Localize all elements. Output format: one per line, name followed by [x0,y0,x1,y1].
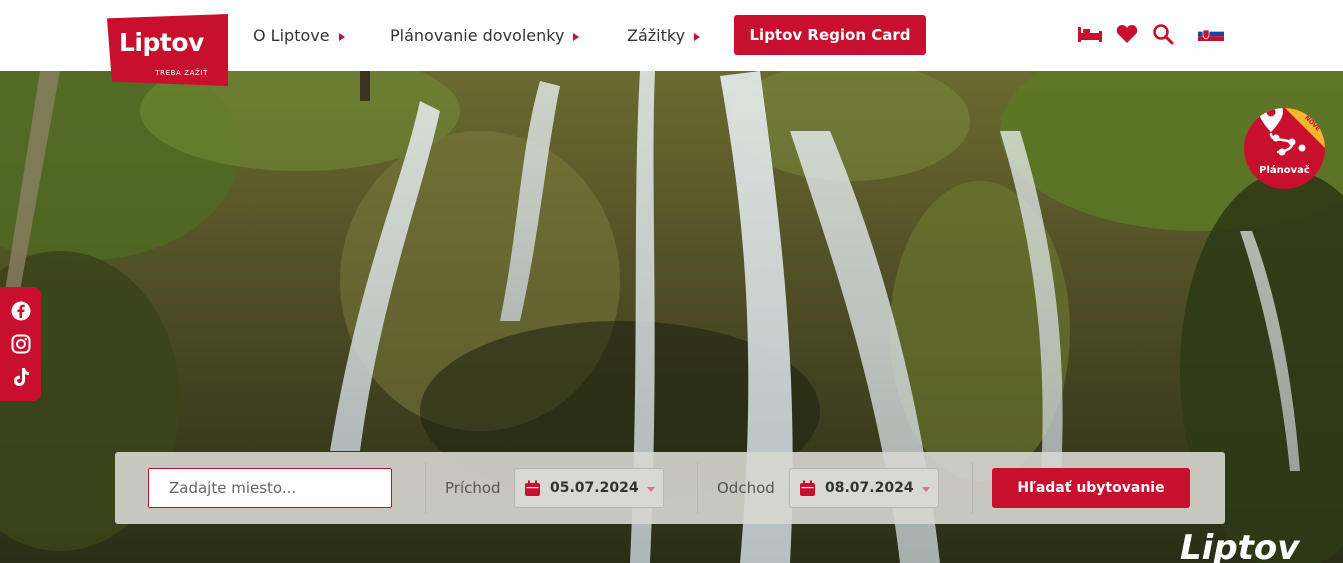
caret-right-icon [338,32,345,41]
place-input[interactable] [148,468,392,508]
planner-label: Plánovač [1259,165,1310,176]
departure-label: Odchod [717,479,775,497]
video-watermark-logo: Liptov [1180,528,1300,563]
bed-icon[interactable] [1077,22,1103,46]
dropdown-caret-icon [647,487,655,492]
arrival-date-picker[interactable]: 05.07.2024 [514,468,664,508]
caret-right-icon [573,32,580,41]
arrival-label: Príchod [445,479,501,497]
nav-item-zazitky[interactable]: Zážitky [627,0,701,71]
divider [425,462,426,514]
social-sidebar [0,287,41,401]
liptov-logo[interactable]: Liptov TREBA ZAŽIŤ [107,14,228,86]
calendar-icon [800,480,815,496]
heart-icon[interactable] [1114,22,1140,46]
region-card-button[interactable]: Liptov Region Card [734,15,926,55]
divider [697,462,698,514]
nav-label: O Liptove [253,26,330,45]
search-icon[interactable] [1150,22,1176,46]
route-pin-icon [1259,108,1306,156]
tiktok-icon[interactable] [10,366,32,388]
planner-badge[interactable]: NOVÉ Plánovač [1244,108,1325,189]
search-accommodation-button[interactable]: Hľadať ubytovanie [992,468,1190,508]
slovak-flag-icon[interactable] [1197,22,1224,46]
facebook-icon[interactable] [10,300,32,322]
arrival-date-value: 05.07.2024 [550,480,639,496]
caret-right-icon [694,32,701,41]
nav-label: Plánovanie dovolenky [390,26,565,45]
nav-item-o-liptove[interactable]: O Liptove [253,0,345,71]
logo-tagline: TREBA ZAŽIŤ [155,69,208,77]
nav-item-planovanie[interactable]: Plánovanie dovolenky [390,0,580,71]
dropdown-caret-icon [922,487,930,492]
departure-date-value: 08.07.2024 [825,480,914,496]
divider [972,462,973,514]
departure-date-picker[interactable]: 08.07.2024 [789,468,939,508]
instagram-icon[interactable] [10,333,32,355]
calendar-icon [525,480,540,496]
nav-label: Zážitky [627,26,686,45]
logo-wordmark: Liptov [119,28,204,57]
accommodation-search-bar: Príchod 05.07.2024 Odchod 08.07.2024 Hľa… [115,452,1225,524]
